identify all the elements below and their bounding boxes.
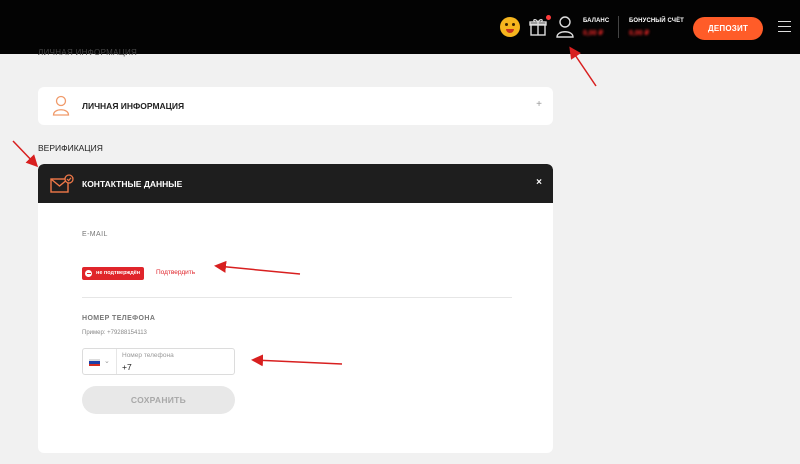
divider [82, 297, 512, 298]
mail-icon [50, 174, 74, 194]
arrow-to-verification [12, 140, 39, 168]
avatar-icon [52, 95, 70, 117]
arrow-to-user-icon [569, 46, 597, 87]
flag-ru-icon[interactable] [89, 359, 100, 366]
bonus-value: 0,00 ₽ [629, 30, 650, 37]
balance-divider [618, 16, 619, 38]
emoji-icon[interactable] [500, 17, 520, 37]
deposit-button[interactable]: ДЕПОЗИТ [693, 17, 763, 40]
personal-info-card[interactable]: ЛИЧНАЯ ИНФОРМАЦИЯ + [38, 87, 553, 125]
page-heading: ЛИЧНАЯ ИНФОРМАЦИЯ [38, 48, 138, 57]
personal-info-title: ЛИЧНАЯ ИНФОРМАЦИЯ [82, 101, 185, 111]
top-header: БАЛАНС 0,00 ₽ БОНУСНЫЙ СЧЁТ 0,00 ₽ ДЕПОЗ… [0, 0, 800, 54]
email-label: E-MAIL [82, 231, 108, 238]
email-status-text: не подтверждён [96, 270, 141, 276]
confirm-email-link[interactable]: Подтвердить [156, 269, 195, 276]
menu-icon[interactable] [778, 21, 791, 33]
phone-separator [116, 349, 117, 374]
gift-icon[interactable] [528, 15, 551, 37]
minus-circle-icon [85, 270, 92, 277]
contact-card-header[interactable]: КОНТАКТНЫЕ ДАННЫЕ × [38, 164, 553, 203]
bonus-label: БОНУСНЫЙ СЧЁТ [629, 18, 684, 24]
user-icon[interactable] [555, 15, 575, 39]
phone-example: Пример: +79288154113 [82, 330, 147, 336]
phone-value[interactable]: +7 [122, 362, 132, 372]
balance-value: 0,00 ₽ [583, 30, 604, 37]
bonus-block[interactable]: БОНУСНЫЙ СЧЁТ 0,00 ₽ [629, 18, 684, 37]
chevron-down-icon[interactable]: ⌄ [104, 357, 110, 365]
verification-heading: ВЕРИФИКАЦИЯ [38, 143, 103, 153]
expand-icon[interactable]: + [536, 99, 542, 110]
close-icon[interactable]: × [536, 177, 542, 188]
save-button[interactable]: СОХРАНИТЬ [82, 386, 235, 414]
balance-block[interactable]: БАЛАНС 0,00 ₽ [583, 18, 609, 37]
phone-input-field[interactable]: ⌄ Номер телефона +7 [82, 348, 235, 375]
phone-placeholder: Номер телефона [122, 352, 174, 359]
email-status-badge: не подтверждён [82, 267, 144, 280]
contact-data-card: КОНТАКТНЫЕ ДАННЫЕ × E-MAIL не подтверждё… [38, 164, 553, 453]
contact-card-title: КОНТАКТНЫЕ ДАННЫЕ [82, 179, 183, 189]
balance-label: БАЛАНС [583, 18, 610, 24]
phone-label: НОМЕР ТЕЛЕФОНА [82, 315, 156, 322]
